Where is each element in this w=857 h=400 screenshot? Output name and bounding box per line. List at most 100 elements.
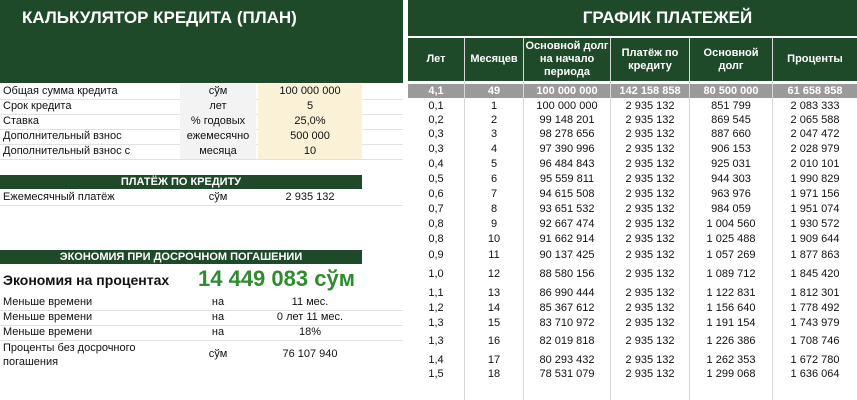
savings-row: Меньше времени на 0 лет 11 мес. — [0, 310, 403, 326]
cell-opening-principal: 86 990 444 — [539, 286, 595, 299]
cell-years: 0,9 — [428, 248, 444, 261]
cell-interest: 1 990 829 — [790, 172, 840, 185]
interest-rate-row: Ставка % годовых 25,0% — [0, 114, 403, 130]
extra-payment-unit: ежемесячно — [180, 129, 256, 144]
loan-amount-label: Общая сумма кредита — [3, 85, 118, 97]
cell-months: 3 — [490, 128, 498, 140]
savings-row-label: Меньше времени — [3, 311, 93, 323]
cell-opening-principal: 78 531 079 — [539, 368, 595, 380]
calculator-title-bar: КАЛЬКУЛЯТОР КРЕДИТА (ПЛАН) — [0, 0, 403, 36]
extra-payment-start-row: Дополнительный взнос с месяца 10 — [0, 144, 403, 160]
schedule-row: 0,1 1 100 000 000 2 935 132 851 799 2 083 333 — [408, 99, 857, 113]
cell-principal: 963 976 — [711, 187, 751, 200]
schedule-row: 0,3 3 98 278 656 2 935 132 887 660 2 047 472 — [408, 127, 857, 141]
cell-months: 13 — [487, 286, 501, 299]
cell-years: 1,4 — [428, 353, 444, 366]
interest-without-prepayment-unit: сўм — [208, 348, 228, 360]
interest-rate-input[interactable]: 25,0% — [258, 114, 362, 129]
extra-payment-input[interactable]: 500 000 — [258, 129, 362, 144]
cell-months: 17 — [487, 353, 501, 366]
cell-payment: 2 935 132 — [625, 172, 675, 185]
schedule-row: 0,8 9 92 667 474 2 935 132 1 004 560 1 930 57… — [408, 216, 857, 231]
extra-payment-start-input[interactable]: 10 — [258, 144, 362, 159]
cell-months: 18 — [487, 368, 501, 380]
cell-opening-principal: 99 148 201 — [539, 114, 595, 126]
interest-without-prepayment-value: 76 107 940 — [282, 348, 338, 360]
cell-years: 0,3 — [428, 142, 444, 155]
cell-payment: 2 935 132 — [625, 114, 675, 126]
cell-opening-principal: 92 667 474 — [539, 217, 595, 230]
cell-interest: 1 778 492 — [790, 301, 840, 314]
cell-interest: 1 951 074 — [790, 202, 840, 215]
cell-months: 8 — [490, 202, 498, 215]
cell-principal: 1 191 154 — [706, 316, 756, 329]
schedule-summary-row: 4,1 49 100 000 000 142 158 858 80 500 000 61 … — [408, 84, 857, 98]
cell-months: 4 — [490, 142, 498, 155]
cell-payment: 2 935 132 — [625, 187, 675, 200]
cell-opening-principal: 80 293 432 — [539, 353, 595, 366]
cell-years: 1,2 — [428, 301, 444, 314]
cell-years: 0,7 — [428, 202, 444, 215]
loan-amount-input[interactable]: 100 000 000 — [258, 84, 362, 99]
payment-section-title: ПЛАТЁЖ ПО КРЕДИТУ — [0, 175, 362, 189]
cell-years: 1,0 — [428, 268, 444, 280]
interest-rate-label: Ставка — [3, 115, 39, 127]
cell-opening-principal: 93 651 532 — [539, 202, 595, 215]
savings-row-value: 18% — [298, 326, 322, 338]
loan-term-input[interactable]: 5 — [258, 99, 362, 114]
schedule-title: ГРАФИК ПЛАТЕЖЕЙ — [582, 8, 753, 27]
cell-years: 1,1 — [428, 286, 444, 299]
cell-payment: 2 935 132 — [625, 157, 675, 170]
cell-principal: 1 057 269 — [706, 248, 756, 261]
cell-payment: 2 935 132 — [625, 100, 675, 112]
cell-interest: 2 028 979 — [790, 142, 840, 155]
savings-row-value: 0 лет 11 мес. — [276, 311, 344, 323]
cell-opening-principal: 91 662 914 — [539, 232, 595, 245]
schedule-row: 0,9 11 90 137 425 2 935 132 1 057 269 1 877 8… — [408, 246, 857, 263]
cell-months: 7 — [490, 187, 498, 200]
cell-months: 6 — [490, 172, 498, 185]
loan-calculator-panel: КАЛЬКУЛЯТОР КРЕДИТА (ПЛАН) Общая сумма к… — [0, 0, 403, 400]
cell-payment: 2 935 132 — [625, 202, 675, 215]
schedule-row: 0,5 6 95 559 811 2 935 132 944 303 1 990 829 — [408, 171, 857, 186]
cell-years: 0,6 — [428, 187, 444, 200]
loan-term-label: Срок кредита — [3, 100, 72, 112]
schedule-row: 1,0 12 88 580 156 2 935 132 1 089 712 1 845 4… — [408, 263, 857, 285]
schedule-row: 0,3 4 97 390 996 2 935 132 906 153 2 028 979 — [408, 141, 857, 156]
cell-principal: 887 660 — [711, 128, 751, 140]
cell-payment: 2 935 132 — [625, 286, 675, 299]
schedule-title-bar: ГРАФИК ПЛАТЕЖЕЙ — [408, 0, 857, 36]
cell-opening-principal: 100 000 000 — [536, 85, 598, 97]
cell-payment: 2 935 132 — [625, 353, 675, 366]
cell-interest: 2 065 588 — [790, 114, 840, 126]
schedule-row: 0,7 8 93 651 532 2 935 132 984 059 1 951 074 — [408, 201, 857, 216]
schedule-row: 1,3 15 83 710 972 2 935 132 1 191 154 1 743 9… — [408, 315, 857, 330]
column-divider — [523, 38, 524, 400]
cell-interest: 1 877 863 — [790, 248, 840, 261]
cell-principal: 1 262 353 — [706, 353, 756, 366]
cell-years: 0,4 — [428, 157, 444, 170]
column-divider — [772, 38, 773, 400]
interest-without-prepayment-label: Проценты без досрочного погашения — [3, 342, 136, 368]
extra-payment-start-label: Дополнительный взнос с — [3, 145, 131, 157]
savings-row: Меньше времени на 18% — [0, 325, 403, 341]
column-header-years: Лет — [408, 38, 464, 81]
cell-principal: 851 799 — [711, 100, 751, 112]
cell-payment: 2 935 132 — [625, 142, 675, 155]
cell-opening-principal: 96 484 843 — [539, 157, 595, 170]
cell-interest: 1 930 572 — [790, 217, 840, 230]
cell-years: 0,8 — [428, 217, 444, 230]
cell-payment: 2 935 132 — [625, 128, 675, 140]
schedule-row: 1,3 16 82 019 818 2 935 132 1 226 386 1 708 7… — [408, 330, 857, 352]
cell-interest: 1 672 780 — [790, 353, 840, 366]
cell-principal: 1 299 068 — [706, 368, 756, 380]
cell-interest: 1 909 644 — [790, 232, 840, 245]
cell-months: 12 — [487, 268, 501, 280]
cell-years: 4,1 — [428, 85, 444, 97]
cell-years: 0,1 — [428, 100, 444, 112]
cell-years: 0,3 — [428, 128, 444, 140]
column-divider — [464, 38, 465, 400]
savings-row-unit: на — [211, 311, 225, 323]
cell-principal: 80 500 000 — [703, 85, 759, 97]
interest-rate-unit: % годовых — [180, 114, 256, 129]
